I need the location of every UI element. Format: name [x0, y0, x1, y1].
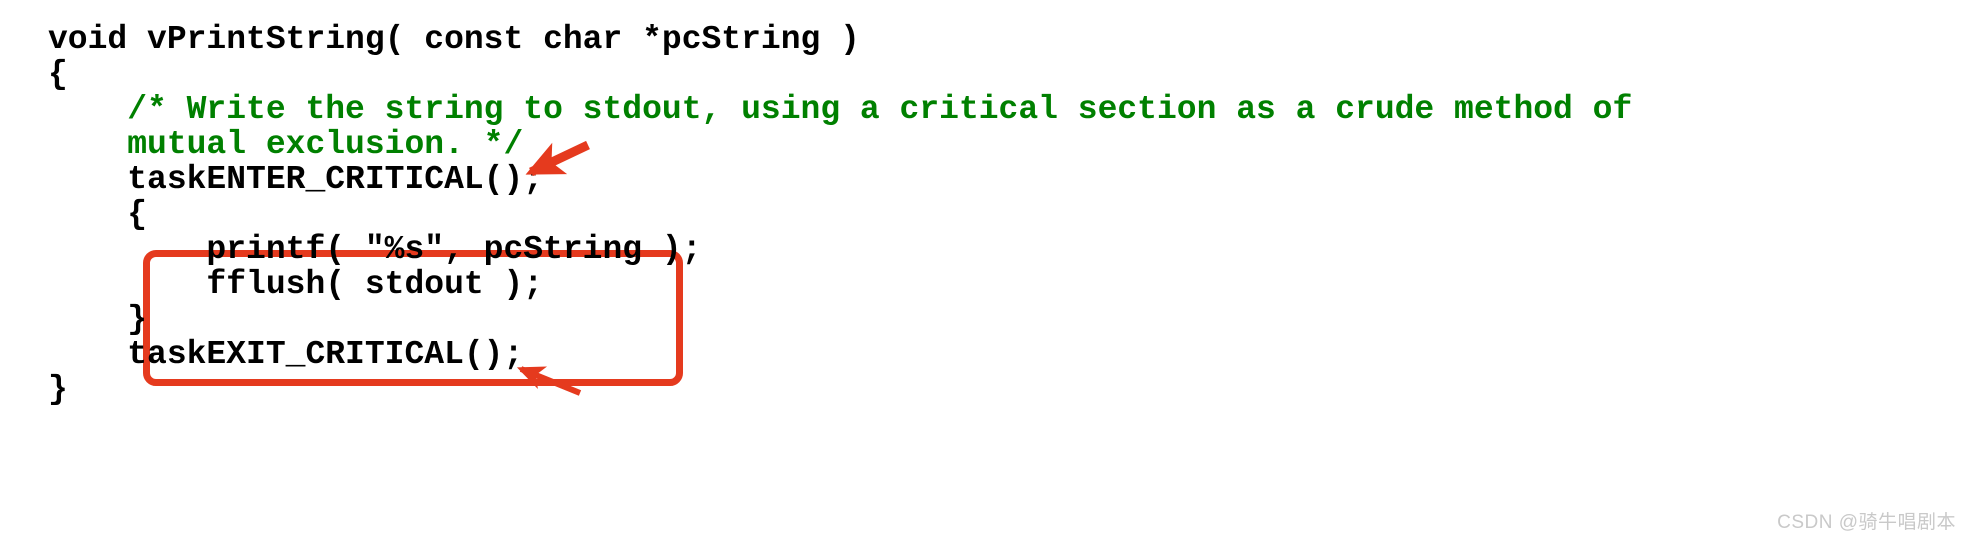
code-comment: /* Write the string to stdout, using a c…	[48, 91, 1633, 128]
code-text: fflush( stdout );	[48, 266, 544, 303]
code-comment: mutual exclusion. */	[48, 126, 524, 163]
code-block: void vPrintString( const char *pcString …	[48, 22, 1632, 407]
code-text: printf( "%s", pcString );	[48, 231, 702, 268]
code-text: }	[48, 371, 68, 408]
code-line: taskEXIT_CRITICAL();	[48, 337, 1632, 372]
code-line: {	[48, 197, 1632, 232]
code-line: taskENTER_CRITICAL();	[48, 162, 1632, 197]
code-line: void vPrintString( const char *pcString …	[48, 22, 1632, 57]
code-line: /* Write the string to stdout, using a c…	[48, 92, 1632, 127]
code-line: fflush( stdout );	[48, 267, 1632, 302]
code-line: mutual exclusion. */	[48, 127, 1632, 162]
code-line: printf( "%s", pcString );	[48, 232, 1632, 267]
code-text: {	[48, 56, 68, 93]
code-line: {	[48, 57, 1632, 92]
code-screenshot-canvas: void vPrintString( const char *pcString …	[0, 0, 1970, 542]
code-text: {	[48, 196, 148, 233]
code-text: }	[48, 301, 148, 338]
code-text: void vPrintString( const char *pcString …	[48, 21, 860, 58]
code-text: taskENTER_CRITICAL();	[48, 161, 544, 198]
code-text: taskEXIT_CRITICAL();	[48, 336, 524, 373]
code-line: }	[48, 372, 1632, 407]
csdn-watermark: CSDN @骑牛唱剧本	[1777, 512, 1956, 533]
code-line: }	[48, 302, 1632, 337]
